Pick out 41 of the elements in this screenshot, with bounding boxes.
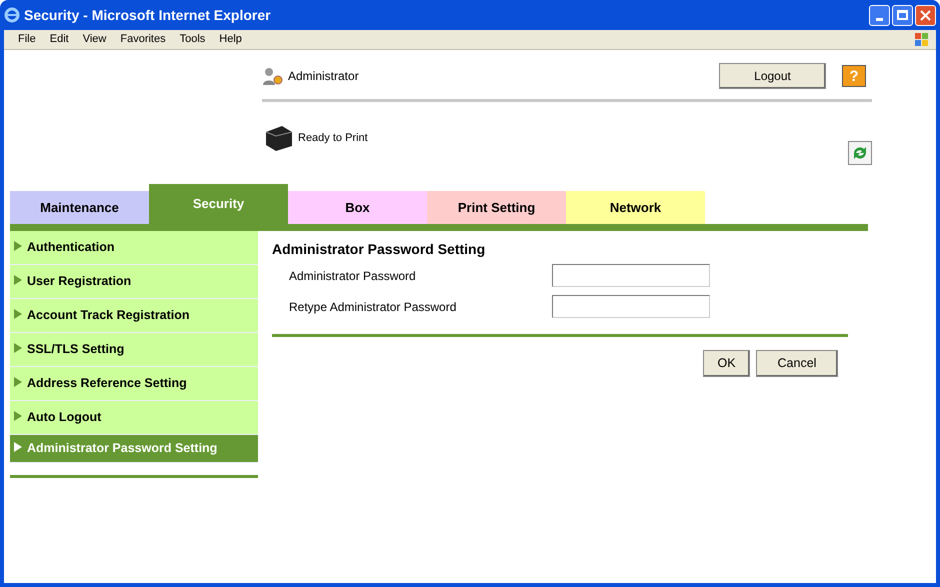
minimize-button[interactable] bbox=[869, 4, 890, 26]
field-label: Retype Administrator Password bbox=[289, 298, 458, 316]
logout-button[interactable]: Logout bbox=[719, 62, 826, 88]
ok-button[interactable]: OK bbox=[703, 350, 750, 377]
menu-item[interactable]: View bbox=[82, 31, 106, 48]
triangle-bullet-icon bbox=[14, 343, 22, 353]
sidebar-item[interactable]: Auto Logout bbox=[10, 401, 258, 435]
user-gear-icon bbox=[262, 66, 284, 86]
form-title: Administrator Password Setting bbox=[272, 240, 486, 259]
password-field[interactable] bbox=[552, 264, 710, 287]
menu-item[interactable]: File bbox=[18, 31, 36, 48]
sidebar-item[interactable]: SSL/TLS Setting bbox=[10, 333, 258, 367]
triangle-bullet-icon bbox=[14, 442, 22, 452]
sidebar-item[interactable]: Account Track Registration bbox=[10, 299, 258, 333]
password-field[interactable] bbox=[552, 295, 710, 318]
close-button[interactable] bbox=[915, 4, 936, 26]
cancel-button[interactable]: Cancel bbox=[756, 350, 838, 377]
tab[interactable]: Print Setting bbox=[427, 191, 566, 224]
field-label: Administrator Password bbox=[289, 268, 417, 284]
printer-status: Ready to Print bbox=[298, 130, 368, 146]
refresh-icon[interactable] bbox=[848, 141, 872, 165]
menu-item[interactable]: Edit bbox=[50, 31, 69, 48]
window-title: Security - Microsoft Internet Explorer bbox=[24, 6, 271, 25]
sidebar-item[interactable]: Authentication bbox=[10, 231, 258, 265]
triangle-bullet-icon bbox=[14, 275, 22, 285]
user-name: Administrator bbox=[288, 68, 359, 84]
triangle-bullet-icon bbox=[14, 411, 22, 421]
tab[interactable]: Box bbox=[288, 191, 427, 224]
menu-item[interactable]: Tools bbox=[180, 31, 206, 48]
sidebar-item[interactable]: User Registration bbox=[10, 265, 258, 299]
menu-item[interactable]: Help bbox=[219, 31, 242, 48]
triangle-bullet-icon bbox=[14, 241, 22, 251]
tab[interactable]: Maintenance bbox=[10, 191, 149, 224]
triangle-bullet-icon bbox=[14, 377, 22, 387]
browser-logo-icon bbox=[4, 7, 20, 23]
triangle-bullet-icon bbox=[14, 309, 22, 319]
maximize-button[interactable] bbox=[892, 4, 913, 26]
close-icon bbox=[920, 10, 931, 20]
tab[interactable]: Network bbox=[566, 191, 705, 224]
menu-item[interactable]: Favorites bbox=[120, 31, 166, 48]
sidebar-item[interactable]: Address Reference Setting bbox=[10, 367, 258, 401]
